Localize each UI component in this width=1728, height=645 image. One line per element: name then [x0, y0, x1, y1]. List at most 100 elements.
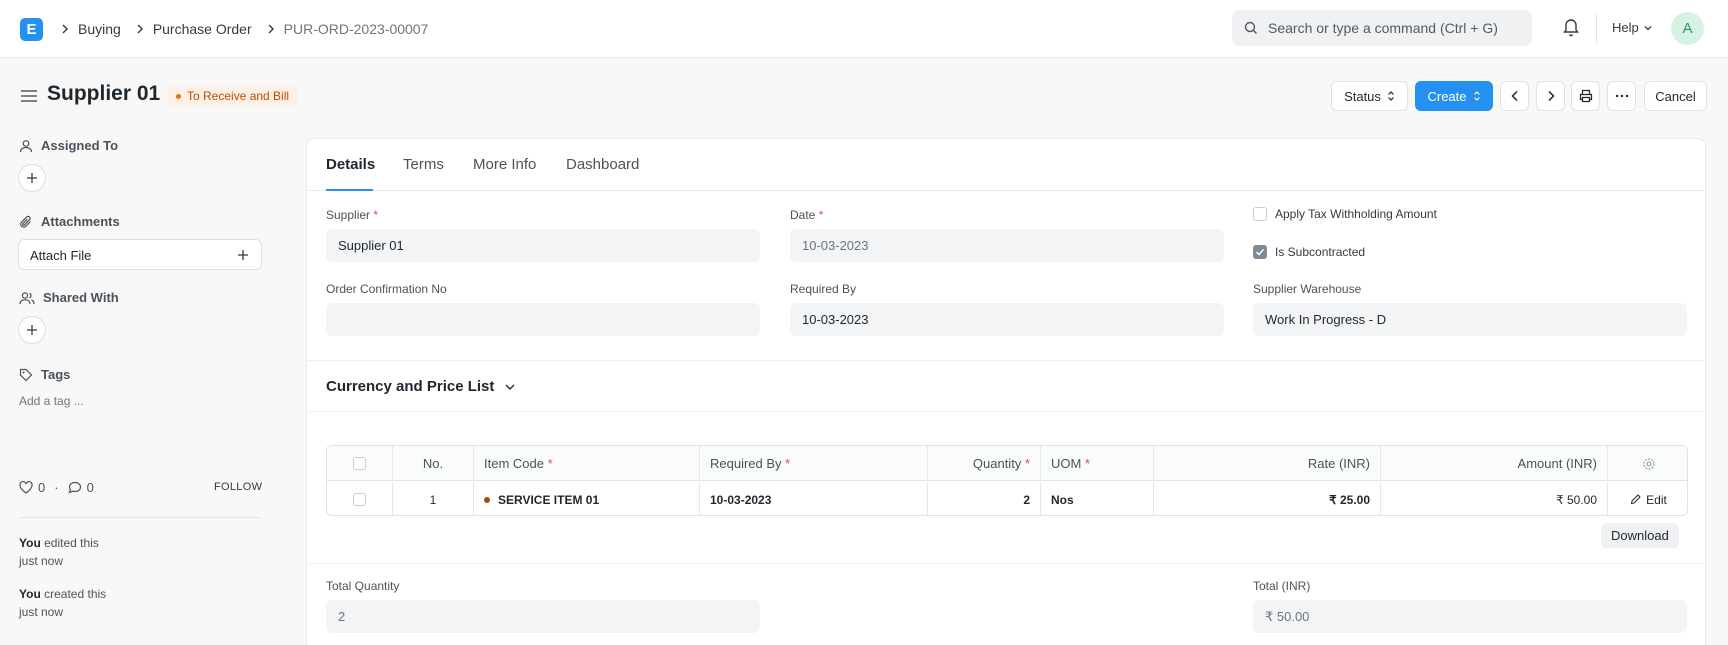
settings-icon[interactable] — [1642, 457, 1656, 471]
row-uom: Nos — [1041, 482, 1154, 515]
status-dot — [176, 93, 181, 99]
total-quantity-field[interactable]: 2 — [326, 600, 760, 633]
order-confirmation-field[interactable] — [326, 303, 760, 336]
section-divider — [307, 563, 1705, 564]
sort-icon — [1387, 91, 1394, 101]
quantity-header: Quantity — [972, 456, 1022, 471]
column-header-required-by: Required By * — [700, 446, 928, 481]
breadcrumb-buying[interactable]: Buying — [78, 21, 121, 37]
paperclip-icon — [20, 215, 31, 228]
row-required-by: 10-03-2023 — [700, 482, 928, 515]
date-label-text: Date — [790, 208, 816, 222]
activity-item: You created this just now — [19, 585, 106, 621]
search-input[interactable]: Search or type a command (Ctrl + G) — [1232, 10, 1532, 46]
required-mark: * — [373, 208, 379, 222]
sort-icon — [1473, 91, 1480, 101]
select-all-cell — [327, 446, 393, 481]
row-amount: ₹ 50.00 — [1381, 482, 1608, 515]
notification-bell-icon[interactable] — [1562, 17, 1580, 37]
attach-file-label: Attach File — [30, 248, 92, 263]
add-assignee-button[interactable] — [18, 164, 46, 192]
avatar[interactable]: A — [1671, 12, 1704, 45]
tab-terms[interactable]: Terms — [403, 156, 444, 173]
supplier-label-text: Supplier — [326, 208, 371, 222]
total-field[interactable]: ₹ 50.00 — [1253, 600, 1687, 633]
assigned-to-section: Assigned To — [19, 138, 118, 153]
sidebar-divider — [19, 517, 261, 518]
activity-action: created this — [44, 587, 107, 601]
column-header-amount: Amount (INR) — [1381, 446, 1608, 481]
section-divider — [307, 360, 1705, 361]
plus-icon — [27, 173, 37, 183]
column-header-quantity: Quantity * — [928, 446, 1041, 481]
item-code-header: Item Code — [484, 456, 544, 471]
status-label: To Receive and Bill — [187, 89, 290, 103]
row-checkbox[interactable] — [353, 493, 366, 506]
next-button[interactable] — [1536, 81, 1565, 111]
row-rate: ₹ 25.00 — [1154, 482, 1381, 515]
select-all-checkbox[interactable] — [353, 457, 366, 470]
heart-icon[interactable] — [19, 481, 33, 494]
comment-icon[interactable] — [68, 481, 82, 494]
chevron-down-icon — [1644, 25, 1652, 30]
create-button[interactable]: Create — [1415, 81, 1493, 111]
currency-section-toggle[interactable]: Currency and Price List — [326, 378, 516, 395]
subcontracted-label: Is Subcontracted — [1275, 245, 1366, 259]
download-button[interactable]: Download — [1601, 523, 1679, 548]
date-field[interactable]: 10-03-2023 — [790, 229, 1224, 262]
add-tag-link[interactable]: Add a tag ... — [19, 394, 84, 408]
sidebar-toggle-icon[interactable] — [20, 88, 38, 104]
tab-details[interactable]: Details — [326, 156, 375, 173]
total-quantity-label: Total Quantity — [326, 579, 400, 593]
tab-dashboard[interactable]: Dashboard — [566, 156, 639, 173]
more-icon — [1615, 94, 1628, 98]
chevron-right-icon — [268, 24, 274, 34]
column-header-rate: Rate (INR) — [1154, 446, 1381, 481]
app-logo[interactable]: E — [20, 18, 43, 41]
row-item-code: SERVICE ITEM 01 — [474, 482, 700, 515]
required-mark: * — [1024, 456, 1030, 471]
row-select-cell — [327, 482, 393, 515]
cancel-button[interactable]: Cancel — [1644, 81, 1707, 111]
breadcrumb-purchase-order[interactable]: Purchase Order — [153, 21, 252, 37]
print-button[interactable] — [1571, 81, 1600, 111]
supplier-field[interactable]: Supplier 01 — [326, 229, 760, 262]
row-no: 1 — [393, 482, 474, 515]
row-edit-button[interactable]: Edit — [1608, 482, 1687, 515]
required-mark: * — [1084, 456, 1091, 471]
edit-label: Edit — [1646, 492, 1667, 507]
create-button-label: Create — [1427, 88, 1467, 104]
chevron-right-icon — [1547, 90, 1555, 102]
comments-count: 0 — [86, 480, 94, 495]
attachments-section: Attachments — [19, 214, 120, 229]
previous-button[interactable] — [1500, 81, 1529, 111]
help-dropdown[interactable]: Help — [1612, 20, 1653, 35]
subcontracted-checkbox[interactable] — [1253, 245, 1267, 259]
required-mark: * — [547, 456, 553, 471]
form-card: Details Terms More Info Dashboard Suppli… — [306, 138, 1706, 645]
table-row[interactable]: 1 SERVICE ITEM 01 10-03-2023 2 Nos ₹ 25.… — [327, 482, 1687, 515]
chevron-left-icon — [1510, 90, 1518, 102]
dot-separator: · — [54, 480, 59, 495]
tab-more-info[interactable]: More Info — [473, 156, 536, 173]
column-settings-cell — [1608, 446, 1687, 481]
tags-label: Tags — [41, 367, 71, 382]
active-tab-indicator — [326, 189, 373, 191]
assigned-to-label: Assigned To — [41, 138, 119, 153]
row-quantity: 2 — [928, 482, 1041, 515]
required-mark: * — [818, 208, 824, 222]
status-button[interactable]: Status — [1331, 81, 1408, 111]
supplier-label: Supplier * — [326, 208, 378, 222]
search-icon — [1244, 21, 1257, 34]
follow-button[interactable]: FOLLOW — [214, 481, 262, 493]
required-by-field[interactable]: 10-03-2023 — [790, 303, 1224, 336]
activity-item: You edited this just now — [19, 534, 99, 570]
breadcrumb-document[interactable]: PUR-ORD-2023-00007 — [284, 21, 429, 37]
printer-icon — [1579, 89, 1592, 103]
more-actions-button[interactable] — [1607, 81, 1636, 111]
supplier-warehouse-field[interactable]: Work In Progress - D — [1253, 303, 1687, 336]
add-share-button[interactable] — [18, 316, 46, 344]
attach-file-button[interactable]: Attach File — [18, 239, 262, 270]
apply-tax-checkbox[interactable] — [1253, 207, 1267, 221]
shared-with-label: Shared With — [43, 290, 119, 305]
